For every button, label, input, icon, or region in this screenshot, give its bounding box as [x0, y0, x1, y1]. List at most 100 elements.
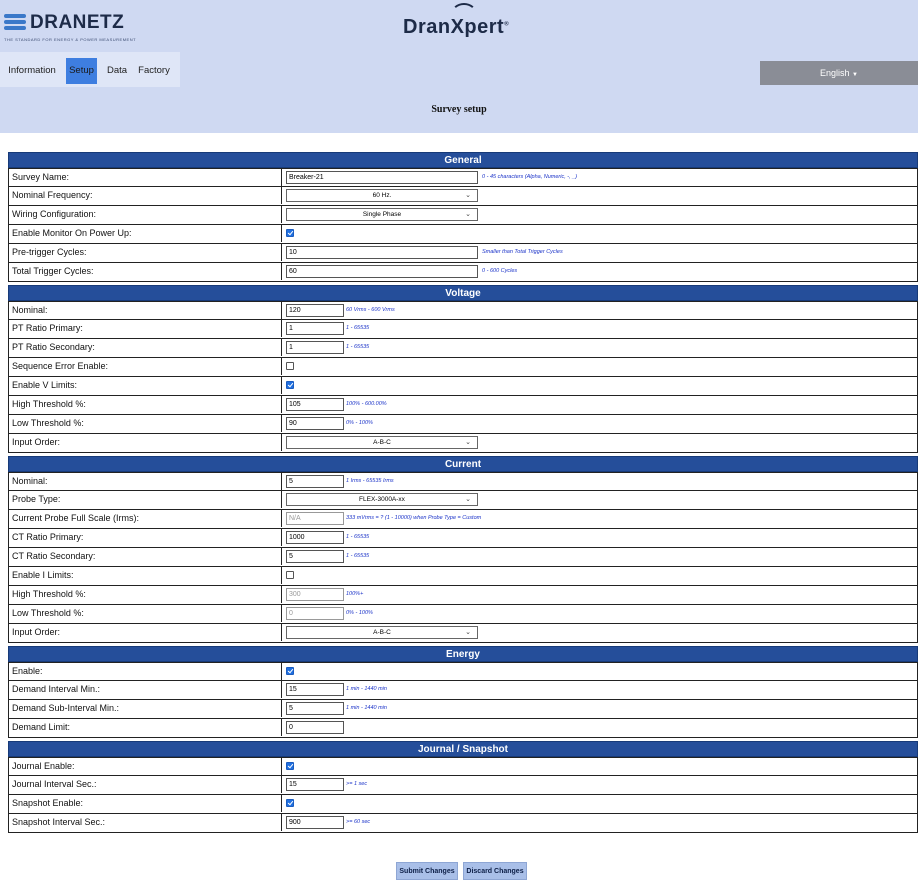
voltage-nominal-input[interactable]: 120: [286, 304, 344, 317]
select-value: A-B-C: [373, 439, 391, 446]
label: Demand Interval Min.:: [12, 684, 101, 694]
nominal-frequency-select[interactable]: 60 Hz. ⌄: [286, 189, 478, 202]
hint: 100%+: [346, 591, 364, 597]
journal-interval-input[interactable]: 15: [286, 778, 344, 791]
label: Enable I Limits:: [12, 570, 74, 580]
enable-v-limits-checkbox[interactable]: [286, 381, 294, 389]
brand-tagline: THE STANDARD FOR ENERGY & POWER MEASUREM…: [4, 37, 137, 42]
label: CT Ratio Primary:: [12, 532, 84, 542]
row-wiring-configuration: Wiring Configuration: Single Phase ⌄: [8, 206, 918, 225]
label: Input Order:: [12, 437, 61, 447]
demand-limit-input[interactable]: 0: [286, 721, 344, 734]
enable-monitor-checkbox[interactable]: [286, 229, 294, 237]
tab-factory[interactable]: Factory: [136, 58, 172, 84]
row-current-nominal: Nominal: 5 1 Irms - 65535 Irms: [8, 472, 918, 491]
select-value: Single Phase: [362, 211, 402, 218]
demand-interval-input[interactable]: 15: [286, 683, 344, 696]
hint: 100% - 600.00%: [346, 401, 387, 407]
section-energy-header: Energy: [8, 646, 918, 662]
label: Enable Monitor On Power Up:: [12, 228, 132, 238]
chevron-down-icon: ⌄: [465, 496, 471, 503]
row-voltage-high-threshold: High Threshold %: 105 100% - 600.00%: [8, 396, 918, 415]
label: Wiring Configuration:: [12, 209, 97, 219]
survey-name-input[interactable]: Breaker-21: [286, 171, 478, 184]
page-title: Survey setup: [431, 104, 487, 115]
label: Nominal:: [12, 305, 48, 315]
discard-changes-button[interactable]: Discard Changes: [463, 862, 527, 880]
survey-form: General Survey Name: Breaker-21 0 - 45 c…: [8, 152, 918, 833]
section-general-header: General: [8, 152, 918, 168]
label: Survey Name:: [12, 172, 70, 182]
row-demand-sub-interval: Demand Sub-Interval Min.: 5 1 min - 1440…: [8, 700, 918, 719]
product-logo: DranXpert®: [403, 16, 510, 38]
label: Low Threshold %:: [12, 608, 84, 618]
language-label: English: [820, 68, 850, 78]
row-snapshot-interval: Snapshot Interval Sec.: 900 >= 60 sec: [8, 814, 918, 833]
label: Total Trigger Cycles:: [12, 266, 94, 276]
chevron-down-icon: ⌄: [465, 629, 471, 636]
current-input-order-select[interactable]: A-B-C ⌄: [286, 626, 478, 639]
row-current-low-threshold: Low Threshold %: 0 0% - 100%: [8, 605, 918, 624]
current-low-threshold-input[interactable]: 0: [286, 607, 344, 620]
row-snapshot-enable: Snapshot Enable:: [8, 795, 918, 814]
label: Current Probe Full Scale (Irms):: [12, 513, 140, 523]
voltage-low-threshold-input[interactable]: 90: [286, 417, 344, 430]
current-nominal-input[interactable]: 5: [286, 475, 344, 488]
total-trigger-cycles-input[interactable]: 60: [286, 265, 478, 278]
label: High Threshold %:: [12, 589, 86, 599]
wiring-configuration-select[interactable]: Single Phase ⌄: [286, 208, 478, 221]
label: Demand Limit:: [12, 722, 71, 732]
ct-ratio-secondary-input[interactable]: 5: [286, 550, 344, 563]
label: Nominal:: [12, 476, 48, 486]
snapshot-enable-checkbox[interactable]: [286, 799, 294, 807]
label: PT Ratio Primary:: [12, 323, 83, 333]
label: Enable:: [12, 666, 43, 676]
hint: 1 Irms - 65535 Irms: [346, 478, 394, 484]
hint: 333 mVrms = ? (1 - 10000) when Probe Typ…: [346, 515, 482, 521]
select-value: A-B-C: [373, 629, 391, 636]
row-current-input-order: Input Order: A-B-C ⌄: [8, 624, 918, 643]
hint: 0% - 100%: [346, 610, 373, 616]
energy-enable-checkbox[interactable]: [286, 667, 294, 675]
section-voltage-header: Voltage: [8, 285, 918, 301]
current-high-threshold-input[interactable]: 300: [286, 588, 344, 601]
row-current-high-threshold: High Threshold %: 300 100%+: [8, 586, 918, 605]
submit-changes-button[interactable]: Submit Changes: [396, 862, 458, 880]
row-energy-enable: Enable:: [8, 662, 918, 681]
row-probe-full-scale: Current Probe Full Scale (Irms): N/A 333…: [8, 510, 918, 529]
pt-ratio-primary-input[interactable]: 1: [286, 322, 344, 335]
label: Input Order:: [12, 627, 61, 637]
hint: 1 min - 1440 min: [346, 705, 387, 711]
row-ct-ratio-secondary: CT Ratio Secondary: 5 1 - 65535: [8, 548, 918, 567]
row-total-trigger-cycles: Total Trigger Cycles: 60 0 - 600 Cycles: [8, 263, 918, 282]
language-dropdown[interactable]: English ▼: [760, 61, 918, 85]
logo-mark-icon: [4, 14, 26, 32]
row-demand-limit: Demand Limit: 0: [8, 719, 918, 738]
demand-sub-interval-input[interactable]: 5: [286, 702, 344, 715]
hint: 1 min - 1440 min: [346, 686, 387, 692]
sequence-error-checkbox[interactable]: [286, 362, 294, 370]
snapshot-interval-input[interactable]: 900: [286, 816, 344, 829]
ct-ratio-primary-input[interactable]: 1000: [286, 531, 344, 544]
row-enable-monitor: Enable Monitor On Power Up:: [8, 225, 918, 244]
tab-data[interactable]: Data: [104, 58, 130, 84]
form-actions: Submit Changes Discard Changes: [0, 862, 918, 880]
hint: 1 - 65535: [346, 553, 370, 559]
label: Journal Enable:: [12, 761, 75, 771]
tab-setup[interactable]: Setup: [66, 58, 97, 84]
label: Snapshot Interval Sec.:: [12, 817, 106, 827]
enable-i-limits-checkbox[interactable]: [286, 571, 294, 579]
label: Pre-trigger Cycles:: [12, 247, 87, 257]
probe-full-scale-input[interactable]: N/A: [286, 512, 344, 525]
tab-information[interactable]: Information: [6, 58, 58, 84]
hint: >= 60 sec: [346, 819, 371, 825]
journal-enable-checkbox[interactable]: [286, 762, 294, 770]
label: Nominal Frequency:: [12, 190, 93, 200]
pt-ratio-secondary-input[interactable]: 1: [286, 341, 344, 354]
page-header: DRANETZ THE STANDARD FOR ENERGY & POWER …: [0, 0, 918, 133]
voltage-high-threshold-input[interactable]: 105: [286, 398, 344, 411]
voltage-input-order-select[interactable]: A-B-C ⌄: [286, 436, 478, 449]
pretrigger-cycles-input[interactable]: 10: [286, 246, 478, 259]
probe-type-select[interactable]: FLEX-3000A-xx ⌄: [286, 493, 478, 506]
label: PT Ratio Secondary:: [12, 342, 95, 352]
